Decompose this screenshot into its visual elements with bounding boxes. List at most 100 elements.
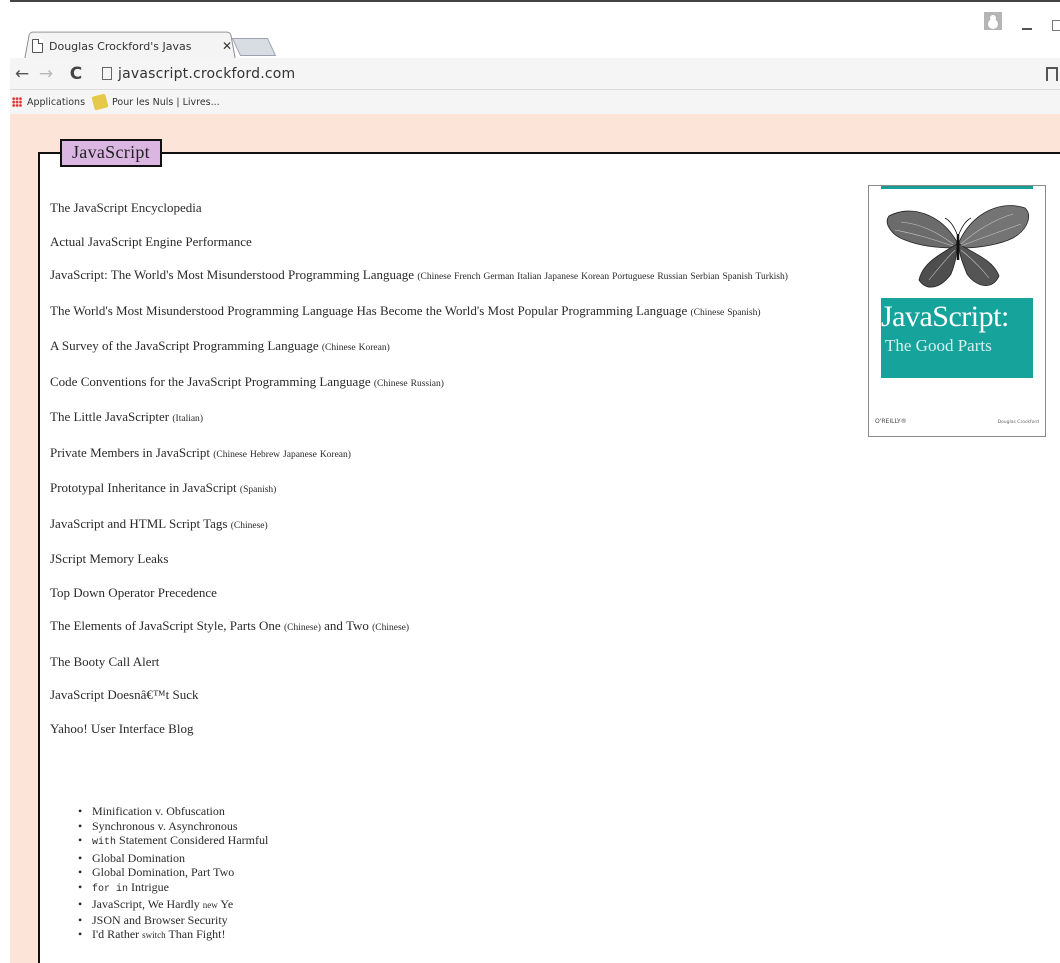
translation-link[interactable]: Spanish: [243, 485, 273, 495]
window-controls: [984, 6, 1060, 31]
bookmark-pour-les-nuls[interactable]: Pour les Nuls | Livres...: [91, 93, 220, 111]
article-link[interactable]: The World's Most Misunderstood Programmi…: [50, 303, 687, 318]
article-link[interactable]: Yahoo! User Interface Blog: [50, 721, 193, 736]
translation-link[interactable]: Serbian: [690, 272, 719, 282]
translations: (Chinese): [372, 623, 410, 633]
user-profile-icon[interactable]: [984, 12, 1002, 30]
article-link[interactable]: The Little JavaScripter: [50, 409, 169, 424]
publisher-logo: O'REILLY®: [875, 418, 907, 425]
tab-strip: Douglas Crockford's Javas ✕: [10, 0, 1060, 60]
translation-link[interactable]: Japanese: [283, 450, 317, 460]
list-item: Top Down Operator Precedence: [50, 585, 820, 601]
blog-post-link[interactable]: Global Domination: [92, 851, 185, 865]
article-link[interactable]: JavaScript Doesnâ€™t Suck: [50, 687, 199, 702]
translation-link[interactable]: Chinese: [420, 272, 451, 282]
blog-post-link[interactable]: with Statement Considered Harmful: [92, 833, 269, 848]
book-subtitle: The Good Parts: [885, 336, 992, 355]
tab-content[interactable]: Douglas Crockford's Javas ✕: [32, 35, 232, 57]
translation-link[interactable]: Russian: [411, 379, 441, 389]
translation-link[interactable]: Korean: [359, 343, 387, 353]
translation-link[interactable]: Chinese: [325, 343, 356, 353]
translation-link[interactable]: Chinese: [216, 450, 247, 460]
back-button[interactable]: ←: [10, 64, 34, 84]
bookmarks-bar: Applications Pour les Nuls | Livres...: [10, 90, 1060, 114]
list-item: JavaScript, We Hardly new Ye: [78, 897, 678, 913]
article-link[interactable]: Prototypal Inheritance in JavaScript: [50, 480, 237, 495]
translation-link[interactable]: Portuguese: [612, 272, 654, 282]
article-link[interactable]: The JavaScript Encyclopedia: [50, 200, 202, 215]
bookmark-label: Pour les Nuls | Livres...: [112, 96, 220, 108]
translation-link[interactable]: Korean: [581, 272, 609, 282]
url-text[interactable]: javascript.crockford.com: [118, 66, 295, 82]
translation-link[interactable]: Italian: [176, 414, 200, 424]
blog-post-link[interactable]: Minification v. Obfuscation: [92, 804, 225, 818]
blog-post-link[interactable]: for in Intrigue: [92, 880, 169, 895]
translation-link[interactable]: Spanish: [727, 308, 757, 318]
link-text: I'd Rather: [92, 927, 140, 941]
blog-post-link[interactable]: I'd Rather switch Than Fight!: [92, 927, 225, 941]
article-link[interactable]: Actual JavaScript Engine Performance: [50, 234, 252, 249]
article-link[interactable]: A Survey of the JavaScript Programming L…: [50, 338, 319, 353]
reload-button[interactable]: C: [64, 64, 88, 84]
list-item: Global Domination: [78, 851, 678, 866]
link-text: Statement Considered Harmful: [119, 833, 269, 847]
bookmark-applications[interactable]: Applications: [12, 97, 85, 108]
translation-link[interactable]: German: [483, 272, 514, 282]
translation-link[interactable]: Italian: [517, 272, 541, 282]
article-link[interactable]: The Booty Call Alert: [50, 654, 159, 669]
list-item: The World's Most Misunderstood Programmi…: [50, 303, 820, 321]
article-link[interactable]: Private Members in JavaScript: [50, 445, 210, 460]
browser-chrome: Douglas Crockford's Javas ✕ ← → C javasc…: [10, 0, 1060, 125]
translation-link[interactable]: Chinese: [234, 521, 265, 531]
translations: (Chinese Korean): [321, 343, 390, 353]
link-text: Than Fight!: [168, 927, 226, 941]
translation-link[interactable]: Korean: [320, 450, 348, 460]
translations: (Chinese French German Italian Japanese Korea…: [417, 272, 788, 282]
list-item: Synchronous v. Asynchronous: [78, 819, 678, 834]
extension-icon[interactable]: [1046, 66, 1058, 81]
maximize-button[interactable]: [1052, 20, 1060, 31]
blog-post-link[interactable]: Synchronous v. Asynchronous: [92, 819, 238, 833]
translation-link[interactable]: Spanish: [722, 272, 752, 282]
article-list: The JavaScript Encyclopedia Actual JavaS…: [50, 200, 820, 754]
forward-button[interactable]: →: [34, 64, 58, 84]
list-item: Yahoo! User Interface Blog: [50, 721, 820, 737]
link-text: JavaScript, We Hardly: [92, 897, 200, 911]
list-item: Actual JavaScript Engine Performance: [50, 234, 820, 250]
translation-link[interactable]: Chinese: [287, 623, 318, 633]
article-link[interactable]: JScript Memory Leaks: [50, 551, 168, 566]
translation-link[interactable]: French: [454, 272, 480, 282]
article-link[interactable]: JavaScript and HTML Script Tags: [50, 516, 227, 531]
translation-link[interactable]: Chinese: [375, 623, 406, 633]
list-item: JScript Memory Leaks: [50, 551, 820, 567]
article-link[interactable]: Top Down Operator Precedence: [50, 585, 217, 600]
list-item: The Little JavaScripter (Italian): [50, 409, 820, 427]
translation-link[interactable]: Hebrew: [250, 450, 280, 460]
page-icon: [32, 39, 43, 53]
page-title: JavaScript: [60, 139, 162, 167]
butterfly-icon: [886, 205, 1029, 288]
translation-link[interactable]: Chinese: [694, 308, 725, 318]
article-link[interactable]: Code Conventions for the JavaScript Prog…: [50, 374, 371, 389]
new-tab-button[interactable]: [231, 38, 277, 56]
code-keyword: for in: [92, 883, 129, 895]
book-cover-image[interactable]: JavaScript: The Good Parts O'REILLY® Dou…: [868, 185, 1046, 437]
translation-link[interactable]: Chinese: [377, 379, 408, 389]
blog-post-list: Minification v. Obfuscation Synchronous …: [78, 804, 678, 943]
blog-post-link[interactable]: JavaScript, We Hardly new Ye: [92, 897, 233, 911]
list-item: JSON and Browser Security: [78, 913, 678, 928]
article-link[interactable]: and Two: [324, 618, 369, 633]
close-icon[interactable]: ✕: [222, 39, 232, 53]
code-keyword: switch: [142, 930, 166, 940]
bookmark-favicon-icon: [91, 93, 109, 111]
translation-link[interactable]: Turkish: [756, 272, 785, 282]
minimize-button[interactable]: [1022, 28, 1032, 30]
article-link[interactable]: JavaScript: The World's Most Misundersto…: [50, 267, 414, 282]
article-link[interactable]: The Elements of JavaScript Style, Parts …: [50, 618, 281, 633]
list-item: Private Members in JavaScript (Chinese He…: [50, 445, 820, 463]
blog-post-link[interactable]: Global Domination, Part Two: [92, 865, 234, 879]
blog-post-link[interactable]: JSON and Browser Security: [92, 913, 228, 927]
translation-link[interactable]: Russian: [657, 272, 687, 282]
translation-link[interactable]: Japanese: [544, 272, 578, 282]
address-bar[interactable]: javascript.crockford.com: [96, 62, 1046, 86]
